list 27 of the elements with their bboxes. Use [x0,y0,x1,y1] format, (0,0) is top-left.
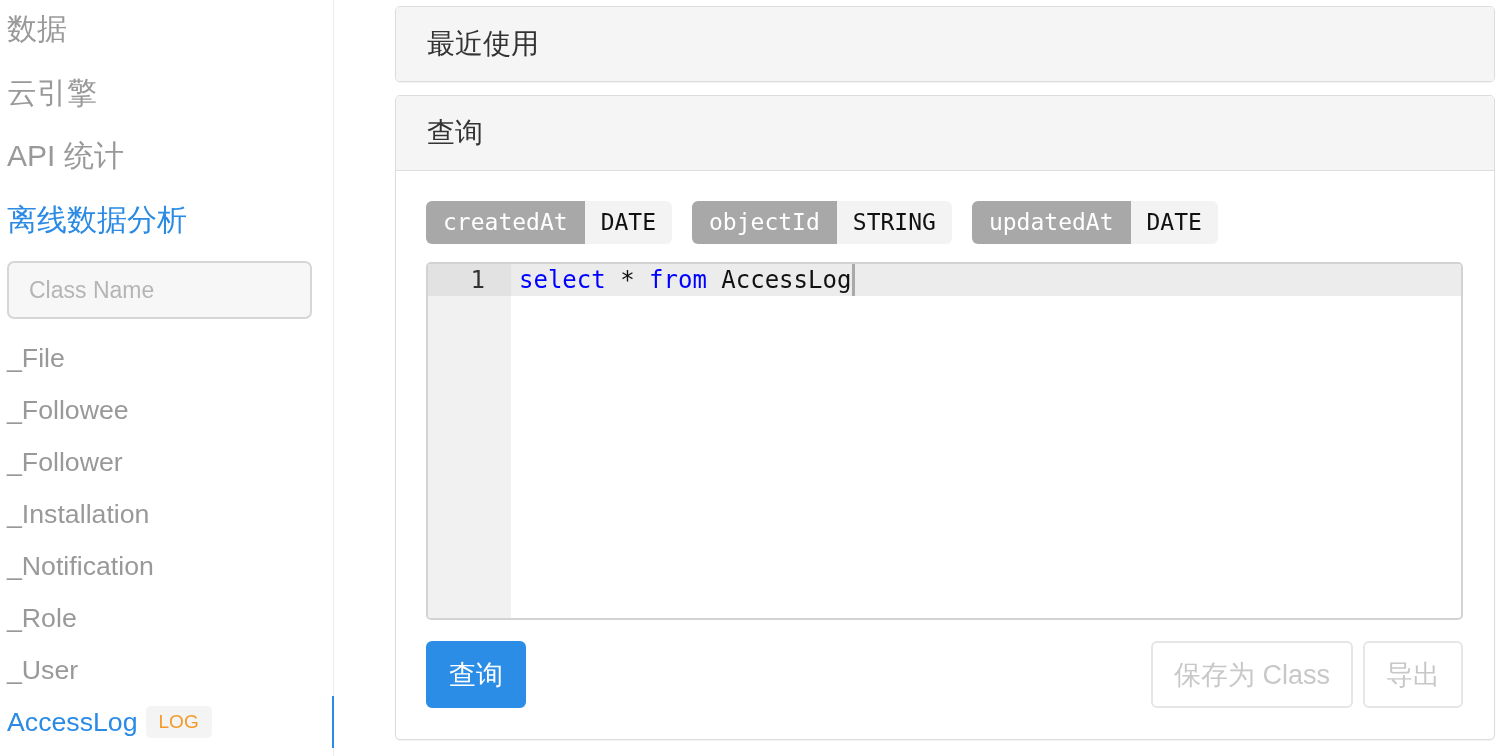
field-name: updatedAt [971,201,1131,244]
class-search-field[interactable]: Class Name [7,261,312,320]
class-tag: LOG [145,706,212,739]
field-type: DATE [584,201,672,244]
query-button[interactable]: 查询 [426,641,526,708]
field-type: DATE [1130,201,1218,244]
nav-link[interactable]: 离线数据分析 [7,200,187,241]
class-list-item[interactable]: _User [7,652,79,689]
text-cursor [852,264,856,296]
class-list-item[interactable]: _Follower [7,444,123,481]
code-text: select * from AccessLog [519,265,852,296]
class-list-item[interactable]: _Notification [7,548,154,585]
nav-link[interactable]: 云引擎 [7,72,97,113]
panel-header[interactable]: 查询 [396,96,1494,171]
panel-header[interactable]: 最近使用 [396,7,1494,81]
nav-link[interactable]: API 统计 [7,136,124,177]
class-list-item[interactable]: _Followee [7,392,129,429]
sql-editor[interactable]: 1 select * from AccessLog [426,262,1463,620]
line-number: 1 [428,264,511,296]
nav-link[interactable]: 数据 [7,9,67,49]
class-list-item[interactable]: AccessLog LOG [7,704,212,741]
class-list-item[interactable]: _Installation [7,496,150,533]
field-name: createdAt [426,201,585,244]
class-list-item[interactable]: _Role [7,600,77,637]
class-list-item[interactable]: _File [7,340,65,377]
field-name: objectId [692,201,837,244]
field-type: STRING [836,201,952,244]
